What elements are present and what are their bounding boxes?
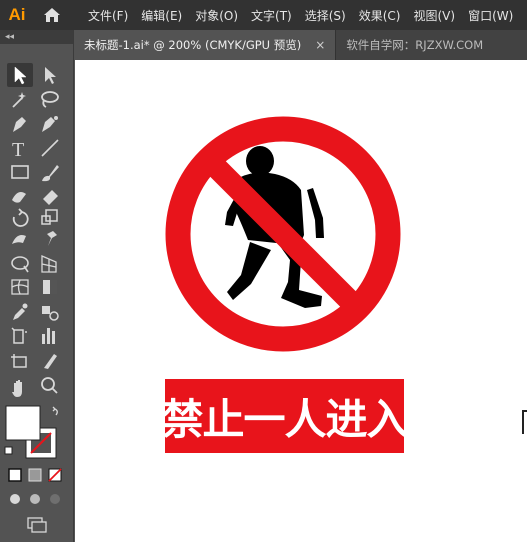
prohibition-sign[interactable] xyxy=(75,60,527,542)
tools-panel: ◂◂ T xyxy=(0,30,74,542)
puppet-warp-tool[interactable] xyxy=(47,231,57,246)
line-tool[interactable] xyxy=(41,139,59,157)
draw-behind-icon[interactable] xyxy=(30,494,40,504)
hand-tool[interactable] xyxy=(12,380,22,397)
menu-object[interactable]: 对象(O) xyxy=(195,7,238,24)
curvature-tool[interactable] xyxy=(42,116,58,132)
home-icon[interactable] xyxy=(34,0,70,30)
draw-normal-icon[interactable] xyxy=(10,494,20,504)
gradient-mode-icon[interactable] xyxy=(28,468,42,482)
tab-title: 软件自学网：RJZXW.COM xyxy=(346,38,484,52)
draw-inside-icon[interactable] xyxy=(50,494,60,504)
close-icon[interactable]: × xyxy=(315,38,325,52)
gradient-tool[interactable] xyxy=(43,280,57,294)
canvas-edge-mark xyxy=(522,410,527,434)
tab-document-inactive[interactable]: 软件自学网：RJZXW.COM xyxy=(335,30,494,60)
type-tool[interactable]: T xyxy=(12,139,24,161)
paintbrush-tool[interactable] xyxy=(42,165,59,182)
color-mode-icon[interactable] xyxy=(8,468,22,482)
none-mode-icon[interactable] xyxy=(48,468,62,482)
fill-stroke-swatches[interactable] xyxy=(5,405,57,459)
sign-label: 禁止一人进入 xyxy=(161,394,409,444)
menu-file[interactable]: 文件(F) xyxy=(88,7,128,24)
sign-label-box[interactable]: 禁止一人进入 xyxy=(162,379,409,453)
menu-view[interactable]: 视图(V) xyxy=(413,7,455,24)
zoom-tool[interactable] xyxy=(41,377,58,394)
shaper-tool[interactable] xyxy=(12,192,26,203)
shape-builder-tool[interactable] xyxy=(11,256,29,273)
menu-bar: Ai 文件(F) 编辑(E) 对象(O) 文字(T) 选择(S) 效果(C) 视… xyxy=(0,0,527,30)
menu-type[interactable]: 文字(T) xyxy=(251,7,292,24)
eraser-tool[interactable] xyxy=(43,190,58,205)
width-tool[interactable] xyxy=(12,235,26,244)
direct-selection-tool[interactable] xyxy=(45,67,56,84)
panel-collapse-icon[interactable]: ◂◂ xyxy=(0,30,73,44)
rotate-tool[interactable] xyxy=(12,208,29,227)
lasso-tool[interactable] xyxy=(41,91,59,108)
document-tab-bar: 未标题-1.ai* @ 200% (CMYK/GPU 预览) × 软件自学网：R… xyxy=(74,30,527,60)
tab-title: 未标题-1.ai* @ 200% (CMYK/GPU 预览) xyxy=(84,38,302,52)
artboard-canvas[interactable]: 禁止一人进入 xyxy=(75,60,527,542)
app-logo: Ai xyxy=(8,5,26,24)
menu-edit[interactable]: 编辑(E) xyxy=(141,7,182,24)
blend-tool[interactable] xyxy=(42,306,59,321)
menu-window[interactable]: 窗口(W) xyxy=(468,7,513,24)
perspective-grid-tool[interactable] xyxy=(41,255,57,273)
pen-tool[interactable] xyxy=(13,117,26,132)
symbol-sprayer-tool[interactable] xyxy=(11,327,27,344)
magic-wand-tool[interactable] xyxy=(12,92,26,108)
tab-document-active[interactable]: 未标题-1.ai* @ 200% (CMYK/GPU 预览) × xyxy=(74,30,336,60)
mesh-tool[interactable] xyxy=(11,279,29,295)
scale-tool[interactable] xyxy=(41,209,58,225)
artboard-tool[interactable] xyxy=(11,354,27,368)
screen-mode-icon[interactable] xyxy=(27,517,47,533)
menu-effect[interactable]: 效果(C) xyxy=(359,7,401,24)
eyedropper-tool[interactable] xyxy=(13,303,28,321)
rectangle-tool[interactable] xyxy=(11,165,29,179)
column-graph-tool[interactable] xyxy=(42,328,55,344)
swap-colors-icon[interactable] xyxy=(52,406,58,416)
default-colors-icon[interactable] xyxy=(4,446,13,455)
menu-select[interactable]: 选择(S) xyxy=(305,7,346,24)
main-menu: 文件(F) 编辑(E) 对象(O) 文字(T) 选择(S) 效果(C) 视图(V… xyxy=(88,7,526,24)
slice-tool[interactable] xyxy=(44,354,57,369)
